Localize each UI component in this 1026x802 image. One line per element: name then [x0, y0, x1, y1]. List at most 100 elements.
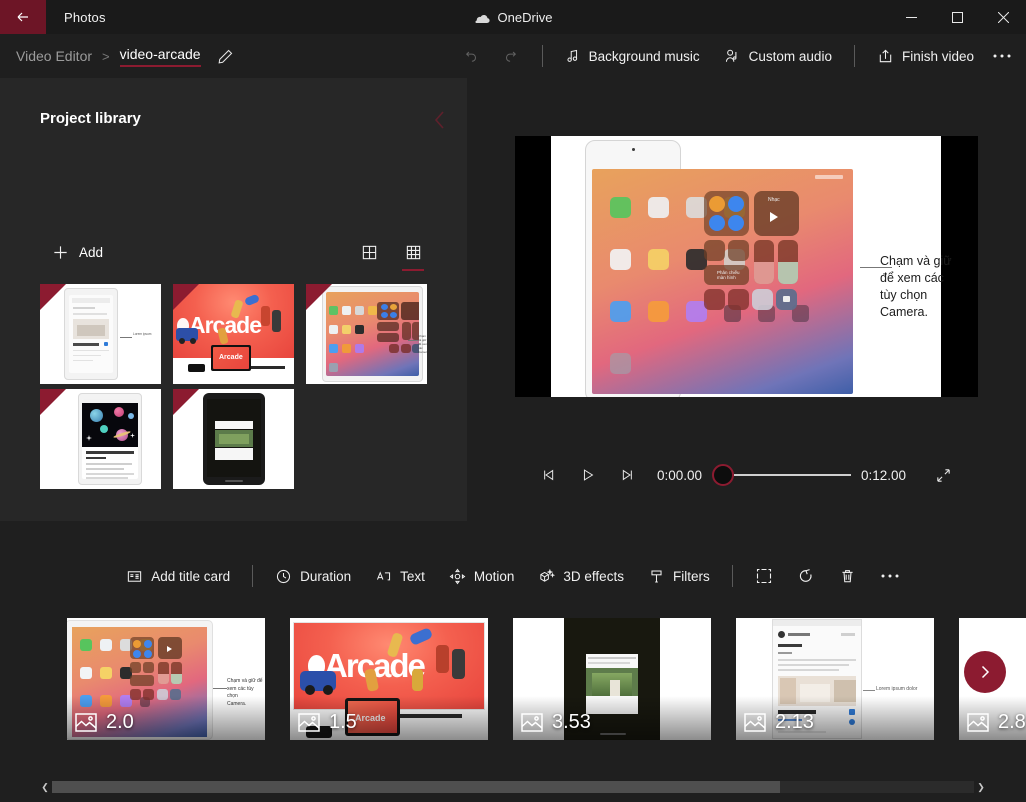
image-icon [744, 713, 766, 732]
breadcrumb-video-editor[interactable]: Video Editor [16, 48, 92, 64]
storyboard-clip[interactable]: Chạm và giữ đểxem các tùy chọnCamera. 2.… [67, 618, 265, 740]
back-button[interactable] [0, 0, 46, 34]
command-bar-actions: Background music Custom audio Finish vid… [450, 34, 1026, 78]
text-label: Text [400, 568, 425, 584]
text-button[interactable]: Text [363, 560, 437, 592]
add-media-button[interactable]: Add [44, 240, 111, 265]
finish-video-label: Finish video [901, 48, 974, 64]
background-music-label: Background music [588, 48, 700, 64]
command-bar-more-button[interactable] [986, 40, 1026, 72]
3d-effects-label: 3D effects [563, 568, 624, 584]
selection-corner [173, 389, 199, 415]
total-time-label: 0:12.00 [861, 467, 907, 483]
filter-brush-icon [651, 570, 662, 582]
title-bar: Photos OneDrive [0, 0, 1026, 34]
minimize-button[interactable] [888, 0, 934, 34]
library-item-ios-control-center[interactable]: Chạm và giữđể xem cácCamera. [306, 284, 427, 384]
storyboard-clip[interactable]: Lorem ipsum dolor 2.13 [736, 618, 934, 740]
clip-duration: 2.8 [998, 711, 1026, 733]
scrubber-handle[interactable] [712, 464, 734, 486]
add-media-label: Add [79, 245, 104, 260]
redo-icon [505, 51, 516, 62]
background-music-button[interactable]: Background music [553, 40, 712, 72]
grid-small-view-button[interactable] [399, 238, 427, 271]
crop-icon [756, 568, 771, 584]
storyboard-more-button[interactable] [868, 560, 912, 592]
pencil-icon [218, 49, 232, 63]
storyboard-next-button[interactable] [964, 651, 1006, 693]
breadcrumb: Video Editor > video-arcade [16, 46, 201, 67]
undo-button[interactable] [450, 40, 491, 72]
breadcrumb-project-name[interactable]: video-arcade [119, 46, 201, 67]
previous-frame-button[interactable] [531, 458, 569, 492]
title-card-icon [128, 570, 142, 582]
project-library-panel: Project library Add Lorem ipsum Arcade A… [0, 78, 467, 521]
filters-label: Filters [672, 568, 710, 584]
next-frame-button[interactable] [607, 458, 645, 492]
image-icon [967, 713, 989, 732]
library-item-apple-arcade[interactable]: Arcade Arcade [173, 284, 294, 384]
3d-effects-button[interactable]: 3D effects [526, 560, 636, 592]
rotate-icon [799, 569, 812, 582]
image-icon [298, 713, 320, 732]
scrubber-track[interactable] [734, 474, 851, 476]
play-button[interactable] [569, 458, 607, 492]
motion-button[interactable]: Motion [437, 560, 527, 592]
library-item-dark-article[interactable] [173, 389, 294, 489]
rename-project-button[interactable] [217, 48, 234, 65]
maximize-button[interactable] [934, 0, 980, 34]
chevron-right-icon [981, 665, 990, 679]
duration-button[interactable]: Duration [263, 560, 363, 592]
clip-metadata: 1.5 [298, 711, 357, 734]
fullscreen-icon [936, 468, 950, 482]
video-preview[interactable]: Nhạc Phản chiếu màn hình Chạm và giữ để … [515, 136, 978, 397]
library-item-space-article[interactable] [40, 389, 161, 489]
scroll-right-button[interactable]: ❯ [974, 782, 988, 793]
selection-corner [40, 389, 66, 415]
finish-video-button[interactable]: Finish video [865, 40, 986, 72]
close-button[interactable] [980, 0, 1026, 34]
scroll-left-button[interactable]: ❮ [38, 782, 52, 793]
fullscreen-button[interactable] [924, 458, 962, 492]
scrubber[interactable] [712, 464, 851, 486]
grid-large-view-button[interactable] [355, 238, 383, 266]
image-icon [521, 713, 543, 732]
storyboard-scrollbar[interactable]: ❮ ❯ [38, 780, 988, 794]
storyboard-divider-2 [731, 565, 733, 587]
collapse-library-button[interactable] [431, 108, 449, 137]
music-note-icon [567, 49, 577, 62]
onedrive-cloud-icon [474, 11, 491, 23]
library-view-toggles [355, 238, 427, 271]
grid-large-icon [362, 245, 376, 259]
storyboard-toolbar: Add title card Duration Text Motion 3D e… [0, 556, 1026, 596]
add-title-card-label: Add title card [151, 568, 231, 584]
delete-button[interactable] [827, 560, 868, 592]
storyboard-clip-list: Chạm và giữ đểxem các tùy chọnCamera. 2.… [0, 618, 1026, 740]
rotate-button[interactable] [785, 560, 827, 592]
grid-small-icon [406, 245, 420, 259]
clip-metadata: 3.53 [521, 711, 591, 734]
window-controls [888, 0, 1026, 34]
delete-icon [842, 569, 853, 582]
filters-button[interactable]: Filters [636, 560, 722, 592]
crop-button[interactable] [743, 560, 785, 592]
current-time-label: 0:00.00 [656, 467, 702, 483]
library-row-1: Lorem ipsum Arcade Arcade Chạm và giữ để… [40, 284, 440, 384]
chevron-left-icon [434, 111, 444, 129]
storyboard-clip[interactable]: Arcade Arcade [290, 618, 488, 740]
storyboard-clip[interactable]: 3.53 [513, 618, 711, 740]
scrollbar-track[interactable] [52, 781, 974, 793]
selection-corner [306, 284, 332, 310]
undo-icon [465, 51, 476, 62]
custom-audio-label: Custom audio [748, 48, 832, 64]
library-item-ipad-article[interactable]: Lorem ipsum [40, 284, 161, 384]
preview-callout-text: Chạm và giữ để xem các tùy chọn Camera. [880, 254, 952, 319]
image-icon [75, 713, 97, 732]
add-title-card-button[interactable]: Add title card [114, 560, 242, 592]
command-bar: Video Editor > video-arcade Background m… [0, 34, 1026, 78]
custom-audio-button[interactable]: Custom audio [712, 40, 844, 72]
clip-duration: 3.53 [552, 711, 591, 733]
redo-button[interactable] [491, 40, 532, 72]
scrollbar-thumb[interactable] [52, 781, 781, 793]
minimize-icon [905, 16, 917, 18]
